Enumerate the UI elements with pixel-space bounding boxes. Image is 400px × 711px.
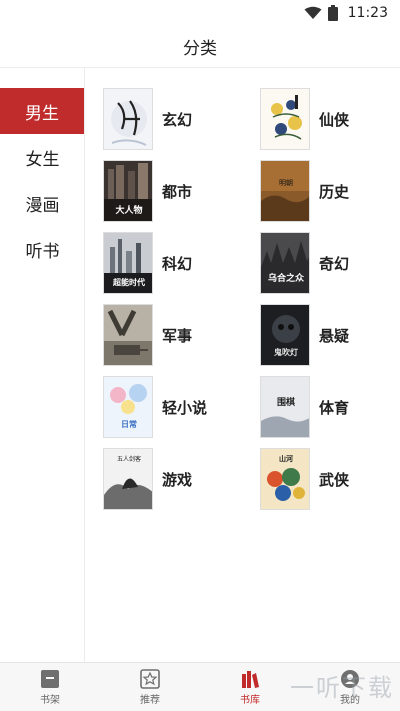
svg-text:大人物: 大人物 bbox=[115, 204, 142, 216]
category-label: 体育 bbox=[319, 398, 350, 417]
category-item-military[interactable]: 军事 bbox=[103, 304, 260, 366]
category-item-games[interactable]: 五人剑客 游戏 bbox=[103, 448, 260, 510]
book-cover: 围棋 bbox=[260, 376, 310, 438]
sidebar-item-male[interactable]: 男生 bbox=[0, 88, 84, 134]
bookshelf-icon bbox=[41, 669, 59, 688]
category-label: 军事 bbox=[162, 326, 193, 345]
book-cover: 日常 bbox=[103, 376, 153, 438]
book-cover: 超能时代 bbox=[103, 232, 153, 294]
svg-text:超能时代: 超能时代 bbox=[112, 277, 145, 287]
category-label: 历史 bbox=[319, 182, 350, 201]
nav-item-recommend[interactable]: 推荐 bbox=[100, 663, 200, 711]
category-item-scifi[interactable]: 超能时代 科幻 bbox=[103, 232, 260, 294]
category-item-mystery[interactable]: 鬼吹灯 悬疑 bbox=[260, 304, 393, 366]
book-cover: 五人剑客 bbox=[103, 448, 153, 510]
category-item-xianxia[interactable]: 仙侠 bbox=[260, 88, 393, 150]
status-bar: 11:23 bbox=[0, 0, 400, 26]
wifi-icon bbox=[304, 6, 322, 19]
category-grid: 玄幻 仙侠 大人物 都市 明朝 历史 超能时代 科幻 乌合之众 奇幻 军事 鬼吹… bbox=[103, 88, 393, 510]
nav-label: 书架 bbox=[40, 694, 60, 706]
category-label: 轻小说 bbox=[162, 398, 208, 417]
category-sidebar: 男生 女生 漫画 听书 bbox=[0, 68, 85, 662]
category-label: 科幻 bbox=[162, 254, 193, 273]
category-label: 都市 bbox=[162, 182, 193, 201]
watermark-text: 一听下载 bbox=[290, 674, 394, 702]
category-item-fantasy[interactable]: 乌合之众 奇幻 bbox=[260, 232, 393, 294]
svg-text:明朝: 明朝 bbox=[279, 179, 293, 187]
svg-text:山河: 山河 bbox=[279, 454, 293, 463]
category-label: 悬疑 bbox=[319, 326, 350, 345]
svg-text:五人剑客: 五人剑客 bbox=[117, 455, 141, 463]
svg-text:日常: 日常 bbox=[121, 419, 137, 429]
sidebar-item-label: 听书 bbox=[25, 241, 60, 262]
category-label: 游戏 bbox=[162, 470, 193, 489]
category-label: 玄幻 bbox=[162, 110, 193, 129]
book-cover: 山河 bbox=[260, 448, 310, 510]
page-header: 分类 bbox=[0, 26, 400, 68]
category-label: 奇幻 bbox=[319, 254, 350, 273]
library-icon bbox=[242, 670, 259, 688]
category-item-history[interactable]: 明朝 历史 bbox=[260, 160, 393, 222]
svg-text:乌合之众: 乌合之众 bbox=[268, 272, 305, 284]
book-cover: 乌合之众 bbox=[260, 232, 310, 294]
status-time: 11:23 bbox=[347, 5, 388, 21]
sidebar-item-label: 女生 bbox=[25, 149, 60, 170]
category-item-xuanhuan[interactable]: 玄幻 bbox=[103, 88, 260, 150]
book-cover: 大人物 bbox=[103, 160, 153, 222]
book-cover bbox=[103, 88, 153, 150]
book-cover: 明朝 bbox=[260, 160, 310, 222]
sidebar-item-female[interactable]: 女生 bbox=[0, 134, 85, 180]
svg-text:鬼吹灯: 鬼吹灯 bbox=[274, 347, 298, 357]
watermark: 一听下载 bbox=[290, 668, 394, 703]
svg-text:围棋: 围棋 bbox=[277, 396, 295, 408]
sidebar-item-label: 漫画 bbox=[25, 195, 60, 216]
battery-icon bbox=[327, 5, 338, 21]
category-label: 武侠 bbox=[319, 470, 350, 489]
nav-label: 书库 bbox=[240, 694, 260, 706]
sidebar-item-label: 男生 bbox=[25, 103, 59, 124]
nav-item-library[interactable]: 书库 bbox=[200, 663, 300, 711]
page-title: 分类 bbox=[183, 39, 217, 59]
category-item-wuxia[interactable]: 山河 武侠 bbox=[260, 448, 393, 510]
nav-label: 推荐 bbox=[140, 694, 160, 706]
sidebar-item-comics[interactable]: 漫画 bbox=[0, 180, 85, 226]
category-item-urban[interactable]: 大人物 都市 bbox=[103, 160, 260, 222]
nav-item-bookshelf[interactable]: 书架 bbox=[0, 663, 100, 711]
category-label: 仙侠 bbox=[319, 110, 350, 129]
book-cover bbox=[260, 88, 310, 150]
book-cover: 鬼吹灯 bbox=[260, 304, 310, 366]
book-cover bbox=[103, 304, 153, 366]
category-item-sports[interactable]: 围棋 体育 bbox=[260, 376, 393, 438]
star-icon bbox=[140, 668, 160, 689]
category-item-light-novel[interactable]: 日常 轻小说 bbox=[103, 376, 260, 438]
sidebar-item-audiobooks[interactable]: 听书 bbox=[0, 226, 85, 272]
